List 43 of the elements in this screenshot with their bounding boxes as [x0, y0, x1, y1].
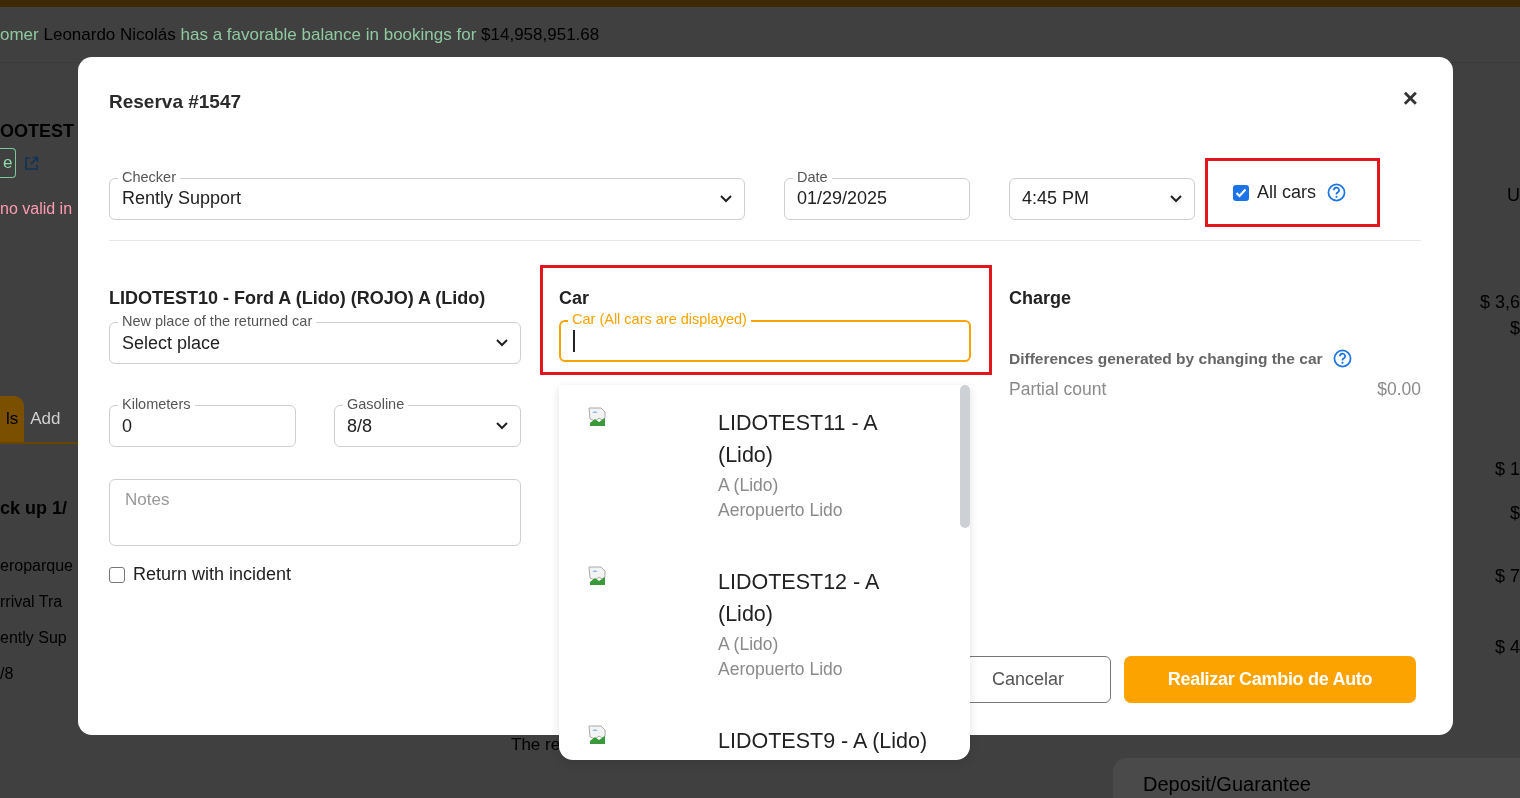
amount-text: $ 7 [1494, 566, 1520, 587]
detail-text: rrival Tra [0, 593, 63, 611]
chevron-down-icon [1170, 194, 1182, 203]
amount-text: $ 4 [1494, 637, 1520, 658]
section-title: Car [559, 288, 589, 308]
broken-image-icon [588, 725, 608, 745]
page-heading: OOTEST [0, 121, 74, 142]
detail-text: /8 [0, 665, 14, 683]
help-icon[interactable] [1332, 349, 1352, 368]
tab[interactable]: Add [24, 396, 67, 442]
chevron-down-icon [496, 339, 508, 347]
car-option[interactable]: LIDOTEST9 - A (Lido) [588, 703, 970, 760]
car-option[interactable]: LIDOTEST11 - A (Lido) A (Lido) Aeropuerto Lido [588, 385, 970, 544]
amount-text: $ 3,6 [1479, 292, 1520, 313]
broken-image-icon [588, 566, 608, 586]
partial-count-label: Partial count [1009, 379, 1107, 400]
checkbox-label: All cars [1257, 182, 1316, 203]
page-heading: ck up 1/ [0, 498, 68, 519]
amount-text: $ 1 [1494, 459, 1520, 480]
dialog-title: Reserva #1547 [109, 91, 242, 113]
incident-checkbox[interactable] [109, 566, 125, 583]
help-icon[interactable] [1327, 183, 1346, 202]
error-text: no valid in [0, 200, 73, 218]
section-title: Charge [1009, 288, 1072, 310]
chevron-down-icon [496, 422, 508, 430]
detail-text: eroparque [0, 557, 73, 575]
chevron-down-icon [720, 194, 732, 203]
broken-image-icon [588, 407, 608, 427]
amount-text: U [1507, 185, 1520, 206]
detail-text: ently Sup [0, 629, 67, 647]
balance-message: omer Leonardo Nicolás has a favorable balance in bookings for $14,958,951.68 [0, 24, 600, 45]
section-title: LIDOTEST10 - Ford A (Lido) (ROJO) A (Lido) [109, 288, 487, 310]
scrollbar[interactable] [960, 385, 970, 528]
all-cars-checkbox[interactable] [1233, 184, 1249, 201]
summary-text: The re [511, 735, 561, 754]
differences-label: Differences generated by changing the car [1009, 349, 1323, 368]
partial-count-value: $0.00 [1377, 379, 1421, 400]
status-badge: e [0, 148, 17, 178]
card-title: Deposit/Guarantee [1143, 773, 1311, 795]
close-button[interactable]: × [1398, 85, 1422, 111]
amount-text: $ [1510, 318, 1520, 339]
checkbox-label: Return with incident [133, 564, 292, 585]
amount-text: $ [1510, 503, 1520, 524]
